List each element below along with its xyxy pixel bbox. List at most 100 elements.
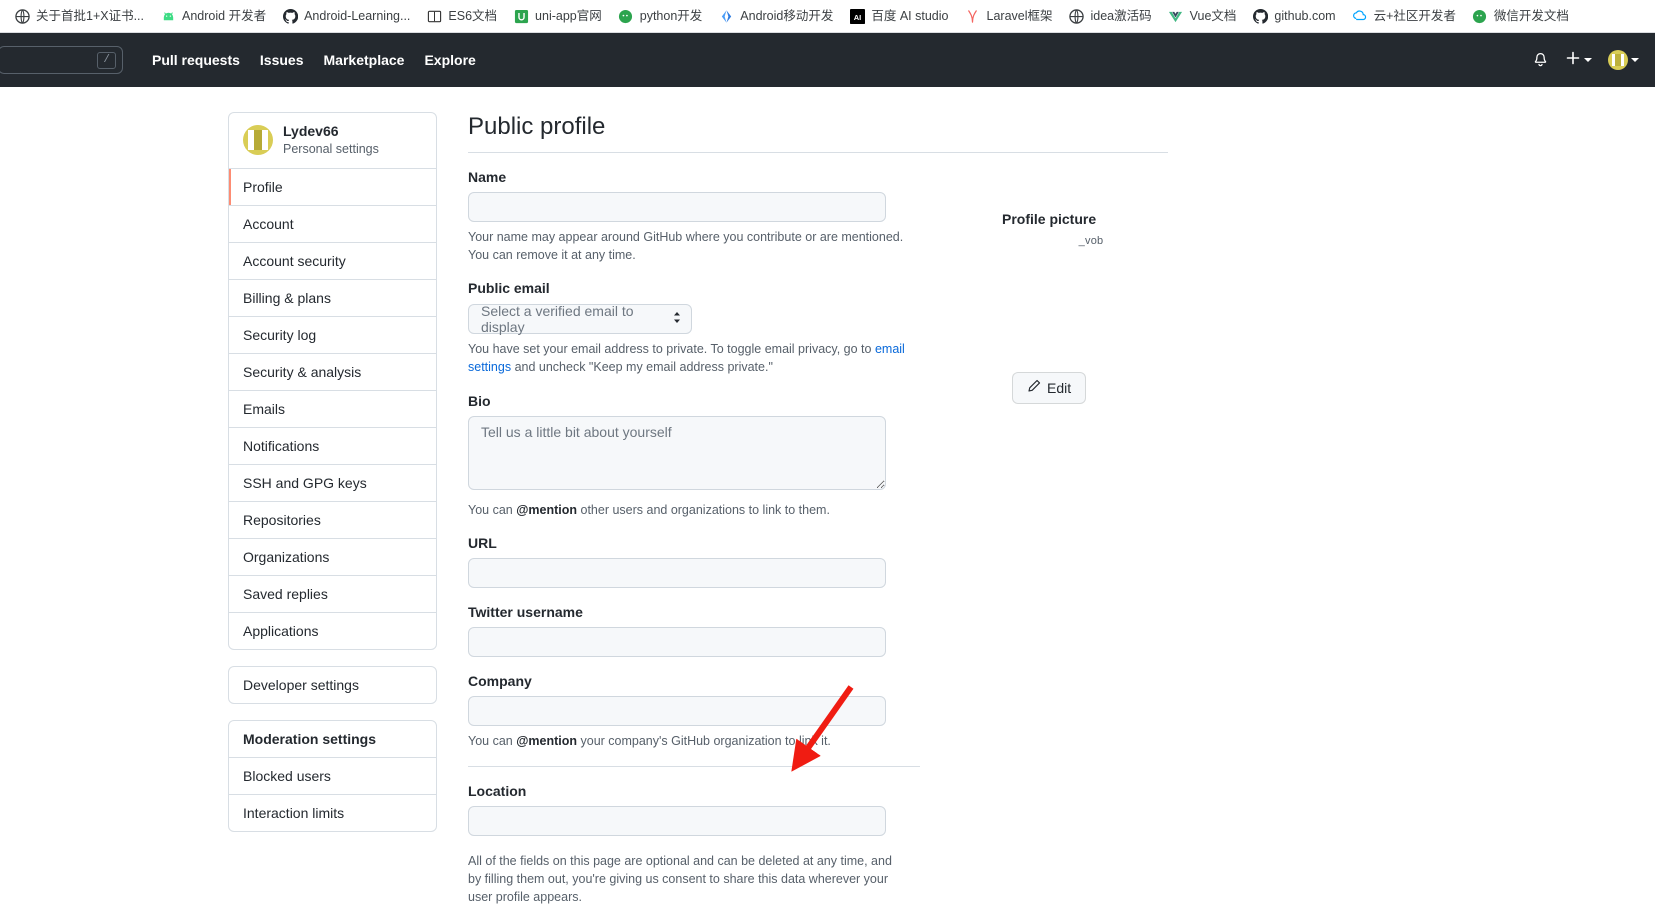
footer-note-line2: them out, you're giving us consent to sh… xyxy=(468,871,888,904)
name-label: Name xyxy=(468,169,507,185)
account-menu[interactable] xyxy=(1608,50,1639,70)
url-field-group: URL xyxy=(468,535,936,588)
sidebar-item-security-analysis[interactable]: Security & analysis xyxy=(229,354,436,392)
sidebar-item-notifications[interactable]: Notifications xyxy=(229,428,436,466)
bio-hint: You can @mention other users and organiz… xyxy=(468,501,908,519)
search-shortcut-badge: / xyxy=(97,51,116,69)
bookmark-item[interactable]: 微信开发文档 xyxy=(1464,4,1577,28)
company-hint-mention: @mention xyxy=(516,733,578,748)
profile-form-grid: Name Your name may appear around GitHub … xyxy=(468,169,1368,906)
nav-issues[interactable]: Issues xyxy=(258,48,306,72)
url-label: URL xyxy=(468,534,497,551)
sidebar-item-security-log[interactable]: Security log xyxy=(229,317,436,355)
sidebar-item-blocked-users[interactable]: Blocked users xyxy=(229,758,436,796)
globe-icon xyxy=(1069,8,1085,24)
create-new-menu[interactable] xyxy=(1565,50,1592,71)
sidebar-user-subtitle: Personal settings xyxy=(283,141,379,156)
sidebar-item-profile[interactable]: Profile xyxy=(229,169,436,207)
bookmark-item[interactable]: uni-app官网 xyxy=(505,4,610,28)
company-input[interactable] xyxy=(468,695,886,726)
uniapp-icon xyxy=(513,8,529,24)
developer-settings-card: Developer settings xyxy=(228,666,437,705)
sidebar-user-block[interactable]: Lydev66 Personal settings xyxy=(229,113,436,170)
company-location-divider xyxy=(468,765,920,767)
bookmark-item[interactable]: 关于首批1+X证书... xyxy=(6,4,152,28)
public-email-field-group: Public email Select a verified email to … xyxy=(468,280,936,376)
profile-form-column: Name Your name may appear around GitHub … xyxy=(468,169,936,906)
bookmark-label: Laravel框架 xyxy=(986,9,1053,23)
company-label: Company xyxy=(468,672,532,689)
sidebar-item-interaction-limits[interactable]: Interaction limits xyxy=(229,795,436,831)
settings-page: Lydev66 Personal settings Profile Accoun… xyxy=(0,87,1655,917)
bookmark-label: uni-app官网 xyxy=(535,9,602,23)
bio-textarea[interactable] xyxy=(468,415,886,490)
name-input[interactable] xyxy=(468,192,886,222)
location-input[interactable] xyxy=(468,805,886,836)
search-input[interactable]: / xyxy=(0,46,123,74)
bookmark-item[interactable]: github.com xyxy=(1244,4,1343,28)
public-email-hint: You have set your email address to priva… xyxy=(468,340,908,376)
laravel-icon xyxy=(965,8,981,24)
ai-studio-icon: AI xyxy=(849,8,865,24)
bell-icon[interactable] xyxy=(1532,52,1549,69)
avatar xyxy=(1608,50,1628,70)
bio-field-group: Bio You can @mention other users and org… xyxy=(468,393,936,519)
sidebar-item-saved-replies[interactable]: Saved replies xyxy=(229,576,436,614)
profile-picture-title: Profile picture xyxy=(1002,211,1097,227)
bookmark-label: 百度 AI studio xyxy=(871,9,949,23)
sidebar-item-ssh-gpg-keys[interactable]: SSH and GPG keys xyxy=(229,465,436,503)
moderation-settings-card: Moderation settings Blocked users Intera… xyxy=(228,720,437,833)
chevron-down-icon xyxy=(1631,58,1639,62)
avatar xyxy=(243,125,273,156)
public-email-select[interactable]: Select a verified email to display xyxy=(468,303,692,335)
tencent-cloud-icon xyxy=(1352,8,1368,24)
public-email-label: Public email xyxy=(468,280,550,297)
bio-hint-a: You can xyxy=(468,502,517,517)
bookmark-item[interactable]: ES6文档 xyxy=(418,4,505,28)
bookmark-item[interactable]: AI 百度 AI studio xyxy=(841,4,956,28)
github-icon xyxy=(282,8,298,24)
url-input[interactable] xyxy=(468,557,886,588)
settings-sidebar: Lydev66 Personal settings Profile Accoun… xyxy=(228,112,437,917)
vue-icon xyxy=(1168,8,1184,24)
bookmark-label: 关于首批1+X证书... xyxy=(36,9,145,23)
company-hint-a: You can xyxy=(468,733,517,748)
sidebar-item-organizations[interactable]: Organizations xyxy=(229,539,436,577)
sidebar-item-developer-settings[interactable]: Developer settings xyxy=(229,667,436,703)
bookmark-item[interactable]: 云+社区开发者 xyxy=(1344,4,1464,28)
nav-explore[interactable]: Explore xyxy=(422,48,477,72)
browser-bookmarks-bar: 关于首批1+X证书... Android 开发者 Android-Learnin… xyxy=(0,0,1655,33)
sidebar-item-emails[interactable]: Emails xyxy=(229,391,436,429)
plus-icon xyxy=(1565,50,1581,71)
company-hint-b: your company's GitHub organization to li… xyxy=(577,733,831,748)
sidebar-item-applications[interactable]: Applications xyxy=(229,613,436,649)
left-gutter xyxy=(0,112,228,917)
bookmark-item[interactable]: python开发 xyxy=(610,4,711,28)
sidebar-item-account-security[interactable]: Account security xyxy=(229,243,436,281)
bookmark-item[interactable]: Android移动开发 xyxy=(710,4,841,28)
settings-main: Public profile Name Your name may appear… xyxy=(437,112,1655,917)
bookmark-label: Android移动开发 xyxy=(740,9,834,23)
nav-pull-requests[interactable]: Pull requests xyxy=(150,48,242,72)
profile-footer-note: All of the fields on this page are optio… xyxy=(468,852,908,906)
location-label: Location xyxy=(468,782,527,799)
globe-icon xyxy=(14,8,30,24)
sidebar-item-repositories[interactable]: Repositories xyxy=(229,502,436,540)
company-field-group: Company You can @mention your company's … xyxy=(468,673,936,750)
bookmark-item[interactable]: Laravel框架 xyxy=(957,4,1061,28)
bookmark-item[interactable]: Android 开发者 xyxy=(152,4,274,28)
bio-label: Bio xyxy=(468,392,491,409)
nav-marketplace[interactable]: Marketplace xyxy=(322,48,407,72)
edit-profile-picture-button[interactable]: Edit xyxy=(1012,372,1087,404)
edit-button-label: Edit xyxy=(1047,380,1072,396)
personal-settings-card: Lydev66 Personal settings Profile Accoun… xyxy=(228,112,437,651)
chevron-updown-icon xyxy=(672,311,682,328)
location-field-group: Location xyxy=(468,783,936,836)
sidebar-item-account[interactable]: Account xyxy=(229,206,436,244)
bookmark-item[interactable]: idea激活码 xyxy=(1061,4,1160,28)
bookmark-item[interactable]: Android-Learning... xyxy=(274,4,418,28)
bookmark-item[interactable]: Vue文档 xyxy=(1160,4,1245,28)
sidebar-item-billing-plans[interactable]: Billing & plans xyxy=(229,280,436,318)
twitter-field-group: Twitter username xyxy=(468,604,936,657)
twitter-username-input[interactable] xyxy=(468,626,886,657)
